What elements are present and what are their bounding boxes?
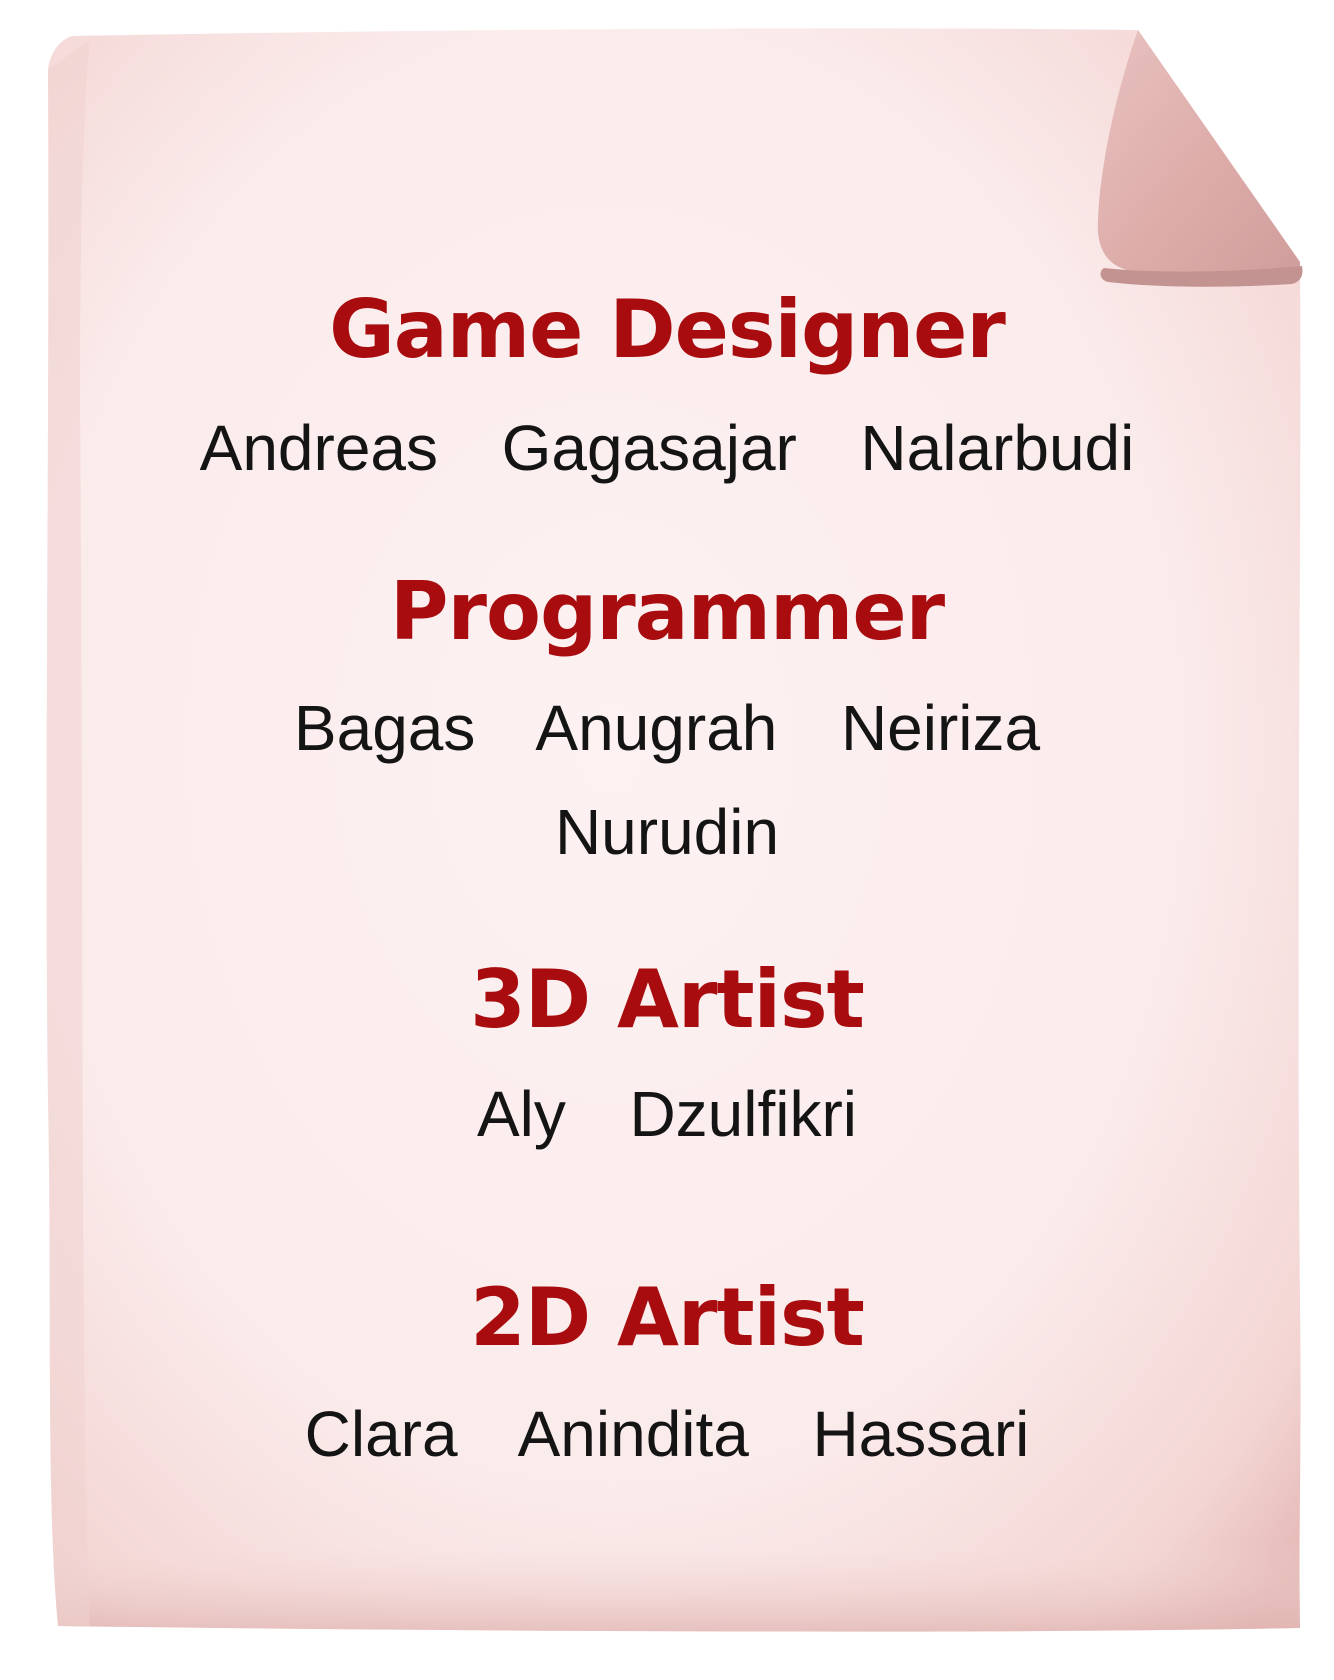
- role-title-programmer: Programmer: [389, 565, 945, 658]
- credits-panel: Game Designer Andreas Gagasajar Nalarbud…: [0, 0, 1334, 1680]
- member-name-programmer-2: Nurudin: [554, 796, 780, 868]
- member-name-game-designer: Andreas Gagasajar Nalarbudi: [199, 412, 1135, 484]
- role-title-game-designer: Game Designer: [329, 283, 1006, 376]
- role-title-3d-artist: 3D Artist: [470, 953, 865, 1046]
- member-name-3d-artist: Aly Dzulfikri: [476, 1078, 858, 1150]
- member-name-programmer-1: Bagas Anugrah Neiriza: [293, 692, 1041, 764]
- role-title-2d-artist: 2D Artist: [470, 1271, 865, 1364]
- member-name-2d-artist: Clara Anindita Hassari: [304, 1398, 1030, 1470]
